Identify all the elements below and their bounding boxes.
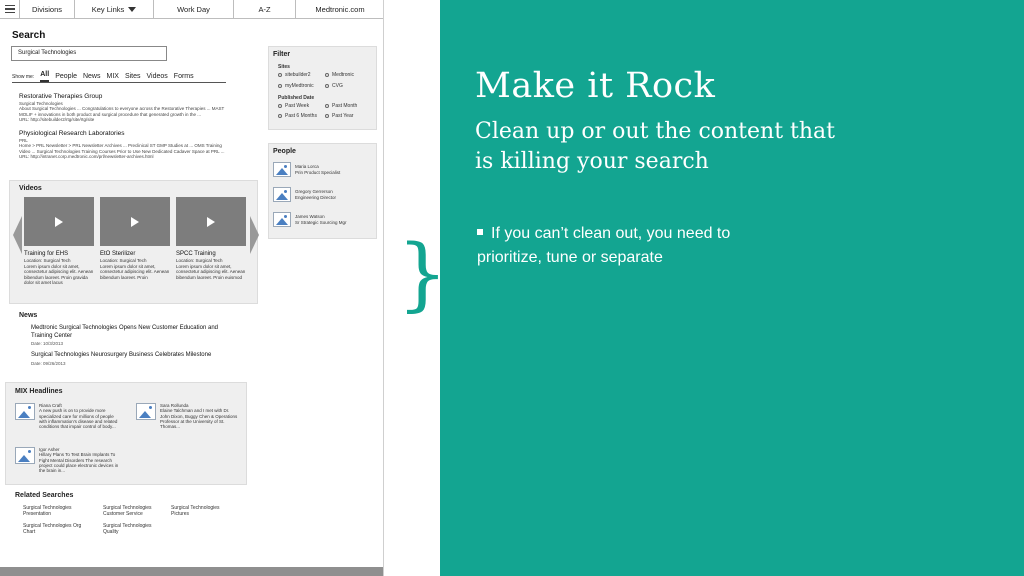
tab-sites[interactable]: Sites — [125, 73, 141, 82]
chevron-down-icon — [128, 6, 137, 12]
tab-news[interactable]: News — [83, 73, 101, 82]
slide-subtitle: Clean up or out the content that is kill… — [475, 119, 836, 174]
people-title: People — [273, 148, 296, 155]
filter-panel: Filter Sites sitebuilder2 Medtronic myMe… — [268, 46, 377, 130]
image-icon — [15, 447, 35, 464]
videos-panel: Videos Training for EHS Location: Surgic… — [9, 180, 258, 304]
video-thumbnail[interactable] — [100, 197, 170, 246]
result-tabs: Show me: All People News MIX Sites Video… — [12, 71, 226, 83]
related-search-link[interactable]: Surgical Technologies Pictures — [171, 505, 231, 517]
result-title[interactable]: Physiological Research Laboratories — [19, 130, 239, 138]
search-result: Physiological Research Laboratories PRL … — [19, 130, 239, 160]
related-search-link[interactable]: Surgical Technologies Quality — [103, 523, 163, 535]
play-icon — [207, 216, 215, 227]
carousel-prev-arrow-icon[interactable] — [13, 216, 22, 254]
radio-icon — [325, 113, 329, 118]
radio-icon — [278, 72, 282, 77]
horizontal-scrollbar[interactable] — [0, 567, 383, 576]
news-title: News — [19, 312, 38, 319]
search-heading: Search — [12, 30, 46, 41]
tab-forms[interactable]: Forms — [174, 73, 194, 82]
filter-date-option[interactable]: Past Year — [325, 113, 353, 119]
nav-a-z[interactable]: A-Z — [234, 0, 296, 19]
radio-icon — [278, 103, 282, 108]
avatar-image-icon — [273, 162, 291, 177]
filter-site-option[interactable]: Medtronic — [325, 72, 354, 78]
top-navigation: Divisions Key Links Work Day A-Z Medtron… — [0, 0, 383, 19]
tab-all[interactable]: All — [40, 71, 50, 82]
nav-divisions[interactable]: Divisions — [20, 0, 75, 19]
video-info: Training for EHS Location: Surgical Tech… — [24, 251, 94, 286]
radio-icon — [325, 103, 329, 108]
avatar-image-icon — [273, 187, 291, 202]
result-title[interactable]: Restorative Therapies Group — [19, 93, 239, 101]
filter-site-option[interactable]: myMedtronic — [278, 83, 314, 89]
person-card[interactable]: Maria Lorca Prin Product Specialist — [273, 162, 340, 177]
tab-people[interactable]: People — [55, 73, 77, 82]
filter-site-option[interactable]: CVG — [325, 83, 343, 89]
news-item[interactable]: Medtronic Surgical Technologies Opens Ne… — [31, 325, 231, 348]
nav-medtronic-com[interactable]: Medtronic.com — [296, 0, 383, 19]
person-card[interactable]: James Watson Sr Strategic Sourcing Mgr — [273, 212, 347, 227]
mix-headline[interactable]: Igor Asher Hillary Plans To Test Brain Im… — [15, 447, 119, 473]
related-search-link[interactable]: Surgical Technologies Presentation — [23, 505, 83, 517]
avatar-image-icon — [273, 212, 291, 227]
video-thumbnail[interactable] — [176, 197, 246, 246]
videos-title: Videos — [19, 185, 42, 192]
radio-icon — [325, 72, 329, 77]
video-thumbnail[interactable] — [24, 197, 94, 246]
search-page-wireframe: Divisions Key Links Work Day A-Z Medtron… — [0, 0, 384, 576]
related-search-link[interactable]: Surgical Technologies Org Chart — [23, 523, 83, 535]
mix-title: MIX Headlines — [15, 388, 63, 395]
mix-headline[interactable]: Sara Rollunda Elaine Talchman and I met w… — [136, 403, 240, 429]
slide-bullet: If you can’t clean out, you need to prio… — [477, 222, 797, 270]
filter-published-label: Published Date — [278, 95, 315, 101]
menu-icon[interactable] — [0, 0, 20, 19]
radio-icon — [278, 113, 282, 118]
tab-videos[interactable]: Videos — [147, 73, 168, 82]
news-item[interactable]: Surgical Technologies Neurosurgery Busin… — [31, 352, 251, 367]
filter-title: Filter — [273, 51, 291, 58]
filter-sites-label: Sites — [278, 64, 290, 70]
people-panel: People Maria Lorca Prin Product Specialis… — [268, 143, 377, 239]
carousel-next-arrow-icon[interactable] — [250, 216, 259, 254]
nav-work-day[interactable]: Work Day — [154, 0, 234, 19]
radio-icon — [278, 83, 282, 88]
filter-date-option[interactable]: Past 6 Months — [278, 113, 318, 119]
image-icon — [136, 403, 156, 420]
related-search-link[interactable]: Surgical Technologies Customer Service — [103, 505, 163, 517]
related-searches-title: Related Searches — [15, 492, 74, 499]
play-icon — [131, 216, 139, 227]
slide: Divisions Key Links Work Day A-Z Medtron… — [0, 0, 1024, 576]
filter-site-option[interactable]: sitebuilder2 — [278, 72, 311, 78]
filter-date-option[interactable]: Past Month — [325, 103, 357, 109]
person-card[interactable]: Gregory Gerrerson Engineering Director — [273, 187, 336, 202]
filter-date-option[interactable]: Past Week — [278, 103, 309, 109]
mix-headlines-panel: MIX Headlines Riana Craft A new push is o… — [5, 382, 247, 485]
video-info: EtO Sterilizer Location: Surgical Tech L… — [100, 251, 170, 280]
bullet-text: If you can’t clean out, you need to prio… — [477, 225, 731, 266]
radio-icon — [325, 83, 329, 88]
search-result: Restorative Therapies Group Surgical Tec… — [19, 93, 239, 123]
search-input[interactable]: Surgical Technologies — [11, 46, 167, 61]
nav-key-links[interactable]: Key Links — [75, 0, 154, 19]
bullet-square-icon — [477, 228, 483, 235]
mix-headline[interactable]: Riana Craft A new push is on to provide m… — [15, 403, 119, 429]
video-info: SPCC Training Location: Surgical Tech Lo… — [176, 251, 246, 280]
slide-headline: Make it Rock — [475, 66, 716, 106]
play-icon — [55, 216, 63, 227]
image-icon — [15, 403, 35, 420]
tab-mix[interactable]: MIX — [107, 73, 119, 82]
show-me-label: Show me: — [12, 74, 35, 80]
